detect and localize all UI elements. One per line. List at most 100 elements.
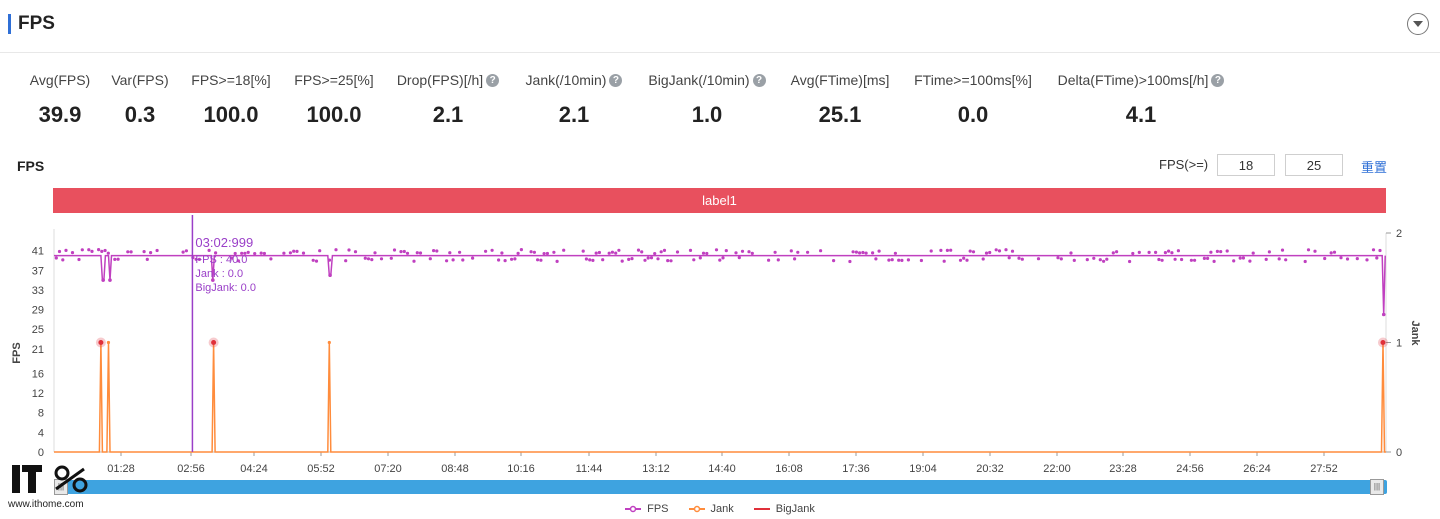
legend-item-bigjank[interactable]: BigJank bbox=[753, 503, 815, 515]
fps-point bbox=[344, 259, 348, 263]
fps-point bbox=[929, 249, 933, 253]
fps-point bbox=[1323, 256, 1327, 261]
fps-point bbox=[116, 257, 120, 261]
fps-point bbox=[471, 256, 475, 260]
fps-point bbox=[1157, 257, 1161, 262]
fps-point bbox=[988, 250, 992, 255]
fps-point bbox=[87, 248, 91, 252]
fps-point bbox=[445, 259, 449, 263]
fps-point bbox=[698, 256, 702, 260]
fps-point bbox=[1072, 258, 1076, 262]
legend-item-jank[interactable]: Jank bbox=[688, 503, 734, 515]
fps-point bbox=[100, 249, 104, 253]
stat-label-text: FTime>=100ms[%] bbox=[914, 72, 1032, 88]
stat-label-text: Drop(FPS)[/h] bbox=[396, 72, 484, 88]
fps-point bbox=[584, 257, 589, 261]
y-left-tick-label: 25 bbox=[32, 324, 44, 336]
fps-point bbox=[1105, 257, 1109, 261]
fps-point bbox=[750, 251, 754, 255]
fps-point bbox=[366, 257, 371, 261]
fps-point bbox=[919, 258, 924, 263]
fps-point bbox=[854, 250, 859, 254]
fps-point bbox=[724, 249, 728, 253]
fps-point bbox=[129, 250, 133, 254]
fps-point bbox=[1219, 250, 1223, 254]
fps-point bbox=[962, 256, 966, 260]
fps-point bbox=[545, 251, 550, 256]
fps-point bbox=[942, 259, 946, 263]
collapse-button[interactable] bbox=[1407, 13, 1429, 35]
fps-point bbox=[1202, 256, 1206, 260]
fps-point bbox=[418, 251, 423, 255]
fps-point bbox=[675, 250, 680, 254]
fps-point bbox=[1059, 257, 1063, 261]
x-tick-label: 14:40 bbox=[708, 463, 736, 475]
fps-point bbox=[1085, 258, 1089, 262]
fps-point bbox=[536, 258, 540, 262]
fps-point bbox=[500, 251, 504, 255]
fps-point bbox=[773, 250, 777, 254]
threshold-input-1[interactable] bbox=[1217, 154, 1275, 176]
fps-point bbox=[607, 251, 611, 255]
fps-point bbox=[994, 248, 998, 252]
fps-point bbox=[601, 258, 605, 262]
fps-point bbox=[939, 248, 943, 252]
fps-point bbox=[318, 249, 322, 253]
fps-point bbox=[432, 249, 436, 253]
help-icon[interactable]: ? bbox=[1211, 73, 1225, 87]
fps-point bbox=[1036, 257, 1041, 261]
reset-button[interactable]: 重置 bbox=[1361, 157, 1387, 176]
fps-point bbox=[1378, 248, 1382, 253]
legend-swatch bbox=[625, 505, 642, 513]
jank-point bbox=[106, 340, 111, 345]
fps-point bbox=[796, 250, 800, 254]
fps-point bbox=[721, 256, 725, 260]
fps-point bbox=[392, 248, 397, 252]
fps-point bbox=[1238, 256, 1242, 260]
fps-point bbox=[688, 248, 693, 252]
fps-point bbox=[887, 258, 891, 262]
fps-point bbox=[484, 249, 488, 253]
fps-point bbox=[490, 248, 494, 252]
y-right-axis-label: Jank bbox=[1409, 320, 1421, 346]
stat-label: FTime>=100ms[%] bbox=[883, 72, 1063, 88]
threshold-input-2[interactable] bbox=[1285, 154, 1343, 176]
fps-point bbox=[971, 250, 976, 254]
fps-point bbox=[1007, 256, 1011, 260]
fps-dip-point bbox=[328, 273, 332, 277]
fps-point bbox=[1176, 249, 1180, 253]
stat-label-text: Delta(FTime)>100ms[/h] bbox=[1057, 72, 1209, 88]
fps-point bbox=[562, 248, 566, 252]
fps-point bbox=[949, 248, 953, 252]
fps-point bbox=[1115, 250, 1119, 254]
legend-item-fps[interactable]: FPS bbox=[625, 503, 669, 515]
y-right-tick-label: 0 bbox=[1396, 447, 1402, 459]
fps-point bbox=[1189, 258, 1193, 262]
fps-point bbox=[1329, 251, 1333, 255]
label-band: label1 bbox=[53, 188, 1386, 213]
watermark-url: www.ithome.com bbox=[8, 499, 84, 510]
fps-point bbox=[113, 257, 117, 261]
fps-point bbox=[701, 251, 706, 255]
fps-point bbox=[819, 249, 823, 253]
fps-chart-title: FPS bbox=[17, 158, 45, 174]
fps-point bbox=[451, 258, 455, 262]
fps-point bbox=[610, 250, 615, 254]
fps-point bbox=[428, 257, 432, 261]
x-tick-label: 08:48 bbox=[441, 463, 469, 475]
fps-point bbox=[806, 250, 810, 254]
section-header: FPS bbox=[0, 0, 1440, 53]
fps-point bbox=[1375, 256, 1379, 260]
fps-point bbox=[1102, 259, 1106, 263]
zoom-slider-right-handle[interactable]: ||| bbox=[1370, 479, 1384, 495]
x-tick-label: 13:12 bbox=[642, 463, 670, 475]
zoom-slider-track[interactable] bbox=[54, 480, 1387, 494]
fps-chart[interactable]: 0481216212529333741FPS012Jank01:28 02:56 0… bbox=[0, 215, 1440, 477]
fps-point bbox=[627, 257, 631, 261]
x-tick-label: 07:20 bbox=[374, 463, 402, 475]
fps-point bbox=[1313, 249, 1317, 253]
bigjank-marker bbox=[1380, 340, 1386, 345]
fps-point bbox=[734, 251, 738, 255]
fps-point bbox=[353, 250, 358, 254]
cursor-value-label: FPS : 40.0 bbox=[195, 254, 247, 266]
